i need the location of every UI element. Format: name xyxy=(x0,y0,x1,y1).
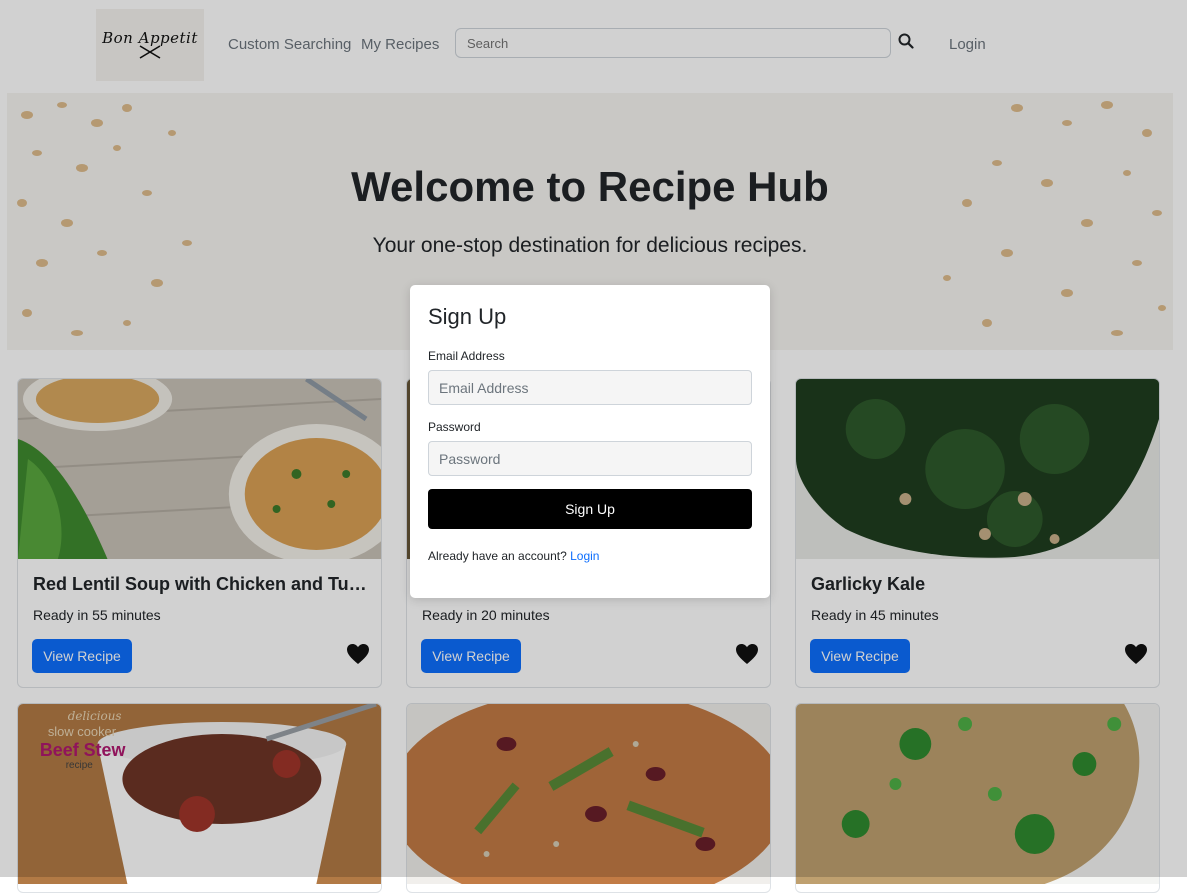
signup-button[interactable]: Sign Up xyxy=(428,489,752,529)
login-prompt: Already have an account? Login xyxy=(428,549,599,563)
login-link[interactable]: Login xyxy=(570,549,599,563)
email-label: Email Address xyxy=(428,349,505,363)
signup-modal: Sign Up Email Address Password Sign Up A… xyxy=(410,285,770,598)
password-label: Password xyxy=(428,420,481,434)
login-prompt-text: Already have an account? xyxy=(428,549,567,563)
password-field[interactable] xyxy=(428,441,752,476)
modal-title: Sign Up xyxy=(428,304,507,329)
email-field[interactable] xyxy=(428,370,752,405)
